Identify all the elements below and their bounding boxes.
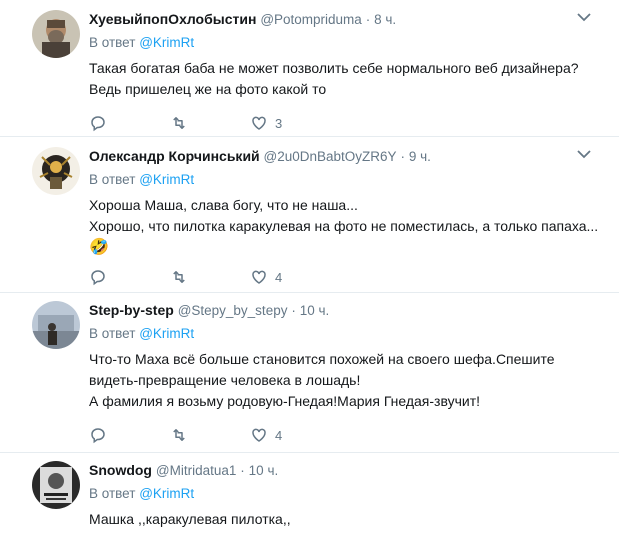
chevron-down-icon[interactable] — [577, 12, 591, 22]
tweet-text-line: Ведь пришелец же на фото какой то — [89, 81, 327, 97]
like-button[interactable]: 4 — [249, 426, 282, 444]
chevron-down-icon[interactable] — [577, 149, 591, 159]
display-name[interactable]: ХуевыйпопОхлобыстин — [89, 11, 256, 27]
retweet-button[interactable] — [169, 268, 249, 286]
timestamp[interactable]: 10 ч. — [249, 463, 279, 478]
tweet-text-line: Что-то Маха всё больше становится похоже… — [89, 351, 555, 367]
retweet-button[interactable] — [169, 426, 249, 444]
like-count: 4 — [275, 269, 283, 285]
separator-dot: · — [291, 303, 296, 318]
tweet-text: Такая богатая баба не может позволить се… — [89, 58, 607, 100]
reply-to-link[interactable]: @KrimRt — [139, 172, 194, 187]
reply-icon — [91, 428, 105, 444]
tweet-header: Олександр Корчинський @2u0DnBabtOyZR6Y ·… — [89, 147, 607, 166]
tweet-text-line: Хороша Маша, слава богу, что не наша... — [89, 197, 358, 213]
replying-prefix: В ответ — [89, 172, 136, 187]
tweet-actions: 4 — [89, 425, 607, 445]
rofl-emoji: 🤣 — [89, 239, 109, 256]
avatar[interactable] — [32, 301, 80, 349]
like-count: 3 — [275, 115, 283, 131]
timestamp[interactable]: 8 ч. — [374, 12, 396, 27]
tweet-text: Машка ,,каракулевая пилотка,, — [89, 509, 607, 530]
tweet-3[interactable]: Step-by-step @Stepy_by_stepy · 10 ч. В о… — [0, 293, 619, 453]
retweet-button[interactable] — [169, 114, 249, 132]
retweet-icon — [173, 117, 185, 129]
tweet-text-line: Хорошо, что пилотка каракулевая на фото … — [89, 218, 599, 234]
tweet-actions: 4 — [89, 267, 607, 287]
user-handle[interactable]: @Potompriduma — [260, 12, 362, 27]
heart-icon — [252, 116, 266, 130]
timestamp[interactable]: 10 ч. — [300, 303, 330, 318]
user-handle[interactable]: @2u0DnBabtOyZR6Y — [264, 149, 397, 164]
separator-dot: · — [400, 149, 405, 164]
retweet-icon — [173, 429, 185, 441]
tweet-header: Step-by-step @Stepy_by_stepy · 10 ч. — [89, 301, 607, 320]
tweet-2[interactable]: Олександр Корчинський @2u0DnBabtOyZR6Y ·… — [0, 137, 619, 293]
user-handle[interactable]: @Mitridatua1 — [156, 463, 237, 478]
avatar[interactable] — [32, 147, 80, 195]
tweet-text-line: А фамилия я возьму родовую-Гнедая!Мария … — [89, 393, 480, 409]
separator-dot: · — [365, 12, 371, 27]
retweet-icon — [173, 271, 185, 283]
tweet-actions: 3 — [89, 113, 607, 133]
reply-to-link[interactable]: @KrimRt — [139, 35, 194, 50]
like-button[interactable]: 4 — [249, 268, 282, 286]
separator-dot: · — [240, 463, 245, 478]
like-button[interactable]: 3 — [249, 114, 282, 132]
replying-to: В ответ @KrimRt — [89, 172, 607, 188]
display-name[interactable]: Snowdog — [89, 462, 152, 478]
tweet-text-line: Такая богатая баба не может позволить се… — [89, 60, 579, 76]
heart-icon — [252, 428, 266, 442]
reply-button[interactable] — [89, 114, 169, 132]
like-count: 4 — [275, 427, 283, 443]
tweet-4[interactable]: Snowdog @Mitridatua1 · 10 ч. В ответ @Kr… — [0, 453, 619, 543]
tweet-text: Что-то Маха всё больше становится похоже… — [89, 349, 607, 412]
user-handle[interactable]: @Stepy_by_stepy — [178, 303, 288, 318]
tweet-text: Хороша Маша, слава богу, что не наша... … — [89, 195, 607, 258]
replying-prefix: В ответ — [89, 35, 136, 50]
replying-prefix: В ответ — [89, 486, 136, 501]
replying-prefix: В ответ — [89, 326, 136, 341]
replying-to: В ответ @KrimRt — [89, 326, 607, 342]
replying-to: В ответ @KrimRt — [89, 486, 607, 502]
reply-icon — [91, 270, 105, 286]
tweet-text-line: Машка ,,каракулевая пилотка,, — [89, 511, 291, 527]
replying-to: В ответ @KrimRt — [89, 35, 607, 51]
avatar[interactable] — [32, 461, 80, 509]
tweet-header: Snowdog @Mitridatua1 · 10 ч. — [89, 461, 607, 480]
tweet-1[interactable]: ХуевыйпопОхлобыстин @Potompriduma · 8 ч.… — [0, 0, 619, 137]
heart-icon — [252, 270, 266, 284]
timestamp[interactable]: 9 ч. — [409, 149, 431, 164]
reply-button[interactable] — [89, 268, 169, 286]
tweet-header: ХуевыйпопОхлобыстин @Potompriduma · 8 ч. — [89, 10, 607, 29]
display-name[interactable]: Step-by-step — [89, 302, 174, 318]
reply-to-link[interactable]: @KrimRt — [139, 486, 194, 501]
reply-to-link[interactable]: @KrimRt — [139, 326, 194, 341]
reply-icon — [91, 116, 105, 132]
reply-button[interactable] — [89, 426, 169, 444]
tweet-text-line: видеть-превращение человека в лошадь! — [89, 372, 361, 388]
avatar[interactable] — [32, 10, 80, 58]
display-name[interactable]: Олександр Корчинський — [89, 148, 260, 164]
